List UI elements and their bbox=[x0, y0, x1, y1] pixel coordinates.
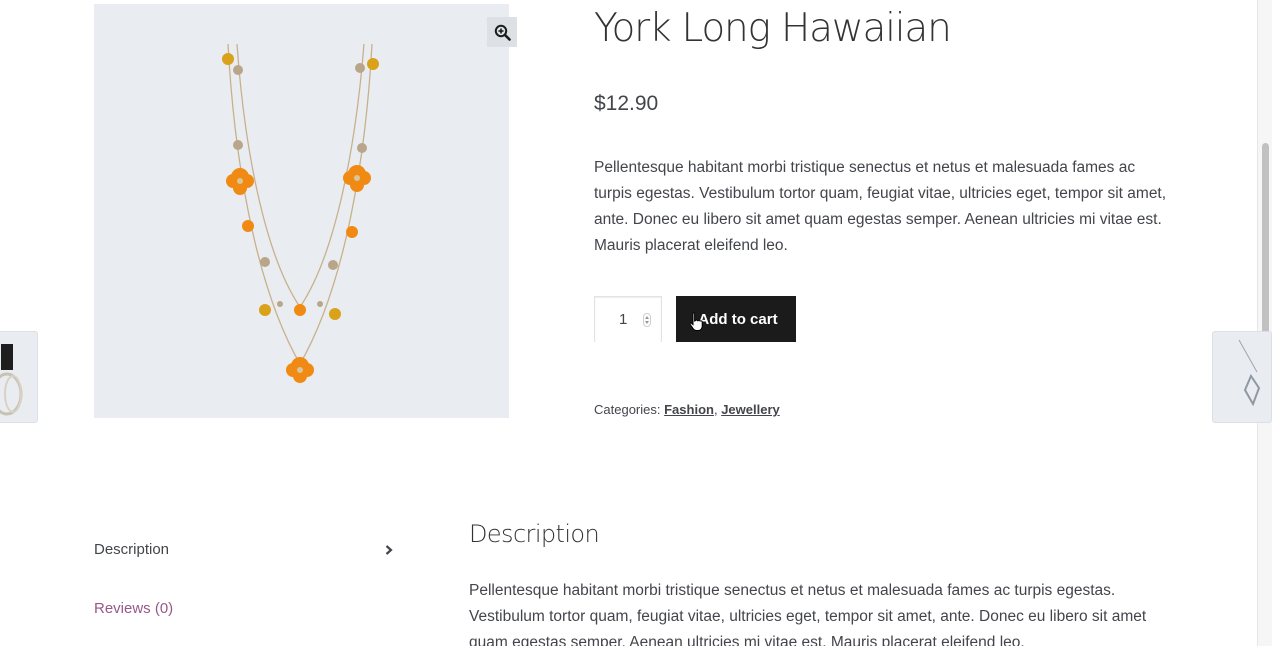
quantity-spinner-icon[interactable] bbox=[643, 313, 651, 327]
tab-description[interactable]: Description bbox=[94, 541, 394, 558]
page-scrollbar-thumb[interactable] bbox=[1262, 143, 1269, 361]
tab-reviews[interactable]: Reviews (0) bbox=[94, 600, 173, 617]
previous-product-image bbox=[0, 344, 23, 416]
product-short-description: Pellentesque habitant morbi tristique se… bbox=[594, 159, 1167, 254]
categories-label: Categories: bbox=[594, 402, 661, 417]
next-product-image bbox=[1238, 339, 1261, 407]
product-categories: Categories: Fashion, Jewellery bbox=[594, 402, 780, 417]
product-title: York Long Hawaiian bbox=[594, 6, 952, 51]
chevron-right-icon bbox=[385, 544, 393, 555]
product-price: $12.90 bbox=[594, 92, 659, 115]
category-link-jewellery[interactable]: Jewellery bbox=[721, 402, 780, 417]
zoom-button[interactable] bbox=[487, 17, 517, 47]
product-image[interactable] bbox=[94, 4, 509, 418]
category-link-fashion[interactable]: Fashion bbox=[664, 402, 714, 417]
tab-reviews-label: Reviews (0) bbox=[94, 600, 174, 617]
necklace-image bbox=[222, 43, 379, 383]
magnifier-plus-icon bbox=[494, 24, 511, 41]
add-to-cart-label: Add to cart bbox=[698, 310, 778, 328]
quantity-value: 1 bbox=[619, 311, 628, 328]
previous-product-thumbnail[interactable] bbox=[0, 331, 38, 423]
description-panel-title: Description bbox=[469, 520, 600, 548]
next-product-thumbnail[interactable] bbox=[1212, 331, 1272, 423]
category-separator: , bbox=[713, 402, 718, 417]
tab-description-label: Description bbox=[94, 541, 170, 558]
quantity-input[interactable]: 1 bbox=[594, 296, 662, 342]
add-to-cart-button[interactable]: Add to cart bbox=[676, 296, 796, 342]
description-panel-text: Pellentesque habitant morbi tristique se… bbox=[469, 582, 1147, 646]
